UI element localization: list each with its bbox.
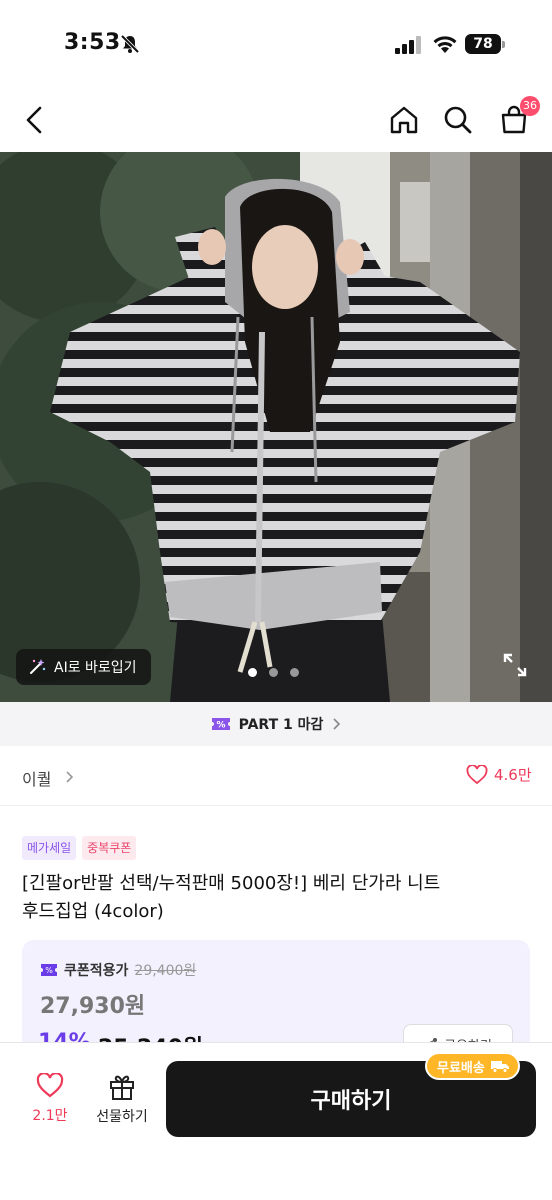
- chevron-right-icon: [333, 718, 341, 730]
- wifi-icon: [433, 36, 457, 53]
- part-deadline-label: PART 1 마감: [238, 717, 324, 733]
- like-button[interactable]: 2.1만: [22, 1073, 78, 1125]
- promo-badges: 메가세일 중복쿠폰: [22, 836, 137, 860]
- free-shipping-label: 무료배송: [437, 1060, 485, 1076]
- gift-label: 선물하기: [96, 1109, 148, 1125]
- mega-sale-badge: 메가세일: [22, 836, 77, 860]
- svg-text:%: %: [45, 966, 53, 975]
- signal-icon: [395, 36, 421, 54]
- gift-button[interactable]: 선물하기: [90, 1073, 154, 1126]
- home-button[interactable]: [382, 98, 426, 142]
- bell-slash-icon: [120, 34, 140, 54]
- product-title-line: 후드집업 (4color): [22, 901, 164, 922]
- like-count: 2.1만: [32, 1108, 68, 1124]
- cart-count-badge: 36: [520, 96, 540, 116]
- chevron-right-icon: [66, 771, 74, 783]
- home-icon: [390, 106, 418, 134]
- search-button[interactable]: [436, 98, 480, 142]
- sale-price: 27,930원: [40, 994, 146, 1019]
- part-deadline-banner[interactable]: % PART 1 마감: [0, 702, 552, 746]
- status-bar: 3:53 78: [0, 0, 552, 90]
- status-time: 3:53: [64, 30, 121, 55]
- duplicate-coupon-badge: 중복쿠폰: [82, 836, 137, 860]
- coupon-price-row: % 쿠폰적용가 29,400원: [40, 960, 196, 980]
- buy-button-label: 구매하기: [310, 1089, 392, 1114]
- coupon-price-label: 쿠폰적용가: [64, 963, 129, 979]
- carousel-dot[interactable]: [290, 668, 299, 677]
- heart-icon: [466, 764, 488, 784]
- battery-level: 78: [465, 34, 501, 54]
- seller-row: 이퀄 4.6만: [0, 748, 552, 806]
- back-button[interactable]: [12, 98, 56, 142]
- gift-icon: [110, 1075, 134, 1100]
- original-price: 29,400원: [134, 963, 197, 979]
- magic-wand-icon: [30, 659, 46, 674]
- free-shipping-badge: 무료배송: [425, 1052, 520, 1080]
- seller-like-count: 4.6만: [494, 766, 532, 784]
- carousel-dot[interactable]: [269, 668, 278, 677]
- ticket-icon: %: [211, 718, 230, 731]
- battery-cap: [502, 41, 505, 48]
- svg-text:%: %: [216, 721, 225, 731]
- truck-icon: [490, 1061, 509, 1073]
- ai-try-on-label: AI로 바로입기: [54, 660, 137, 676]
- seller-name-link[interactable]: 이퀄: [22, 766, 51, 790]
- expand-icon[interactable]: [502, 652, 528, 678]
- ticket-icon: %: [41, 964, 57, 976]
- ai-try-on-button[interactable]: AI로 바로입기: [16, 649, 151, 685]
- back-arrow-icon: [26, 106, 42, 134]
- product-photo: [0, 152, 552, 702]
- carousel-dot[interactable]: [248, 668, 257, 677]
- battery-icon: 78: [465, 34, 505, 54]
- seller-like-button[interactable]: 4.6만: [466, 764, 532, 785]
- product-title-line: [긴팔or반팔 선택/누적판매 5000장!] 베리 단가라 니트: [22, 873, 441, 894]
- cart-button[interactable]: 36: [492, 96, 540, 142]
- search-icon: [444, 106, 472, 134]
- heart-icon: [36, 1073, 64, 1098]
- carousel-indicator: [248, 668, 299, 677]
- bottom-action-bar: 2.1만 선물하기 구매하기 무료배송: [0, 1042, 552, 1200]
- nav-bar: 36: [0, 90, 552, 150]
- product-image-carousel[interactable]: AI로 바로입기: [0, 152, 552, 702]
- product-title: [긴팔or반팔 선택/누적판매 5000장!] 베리 단가라 니트 후드집업 (…: [22, 870, 522, 926]
